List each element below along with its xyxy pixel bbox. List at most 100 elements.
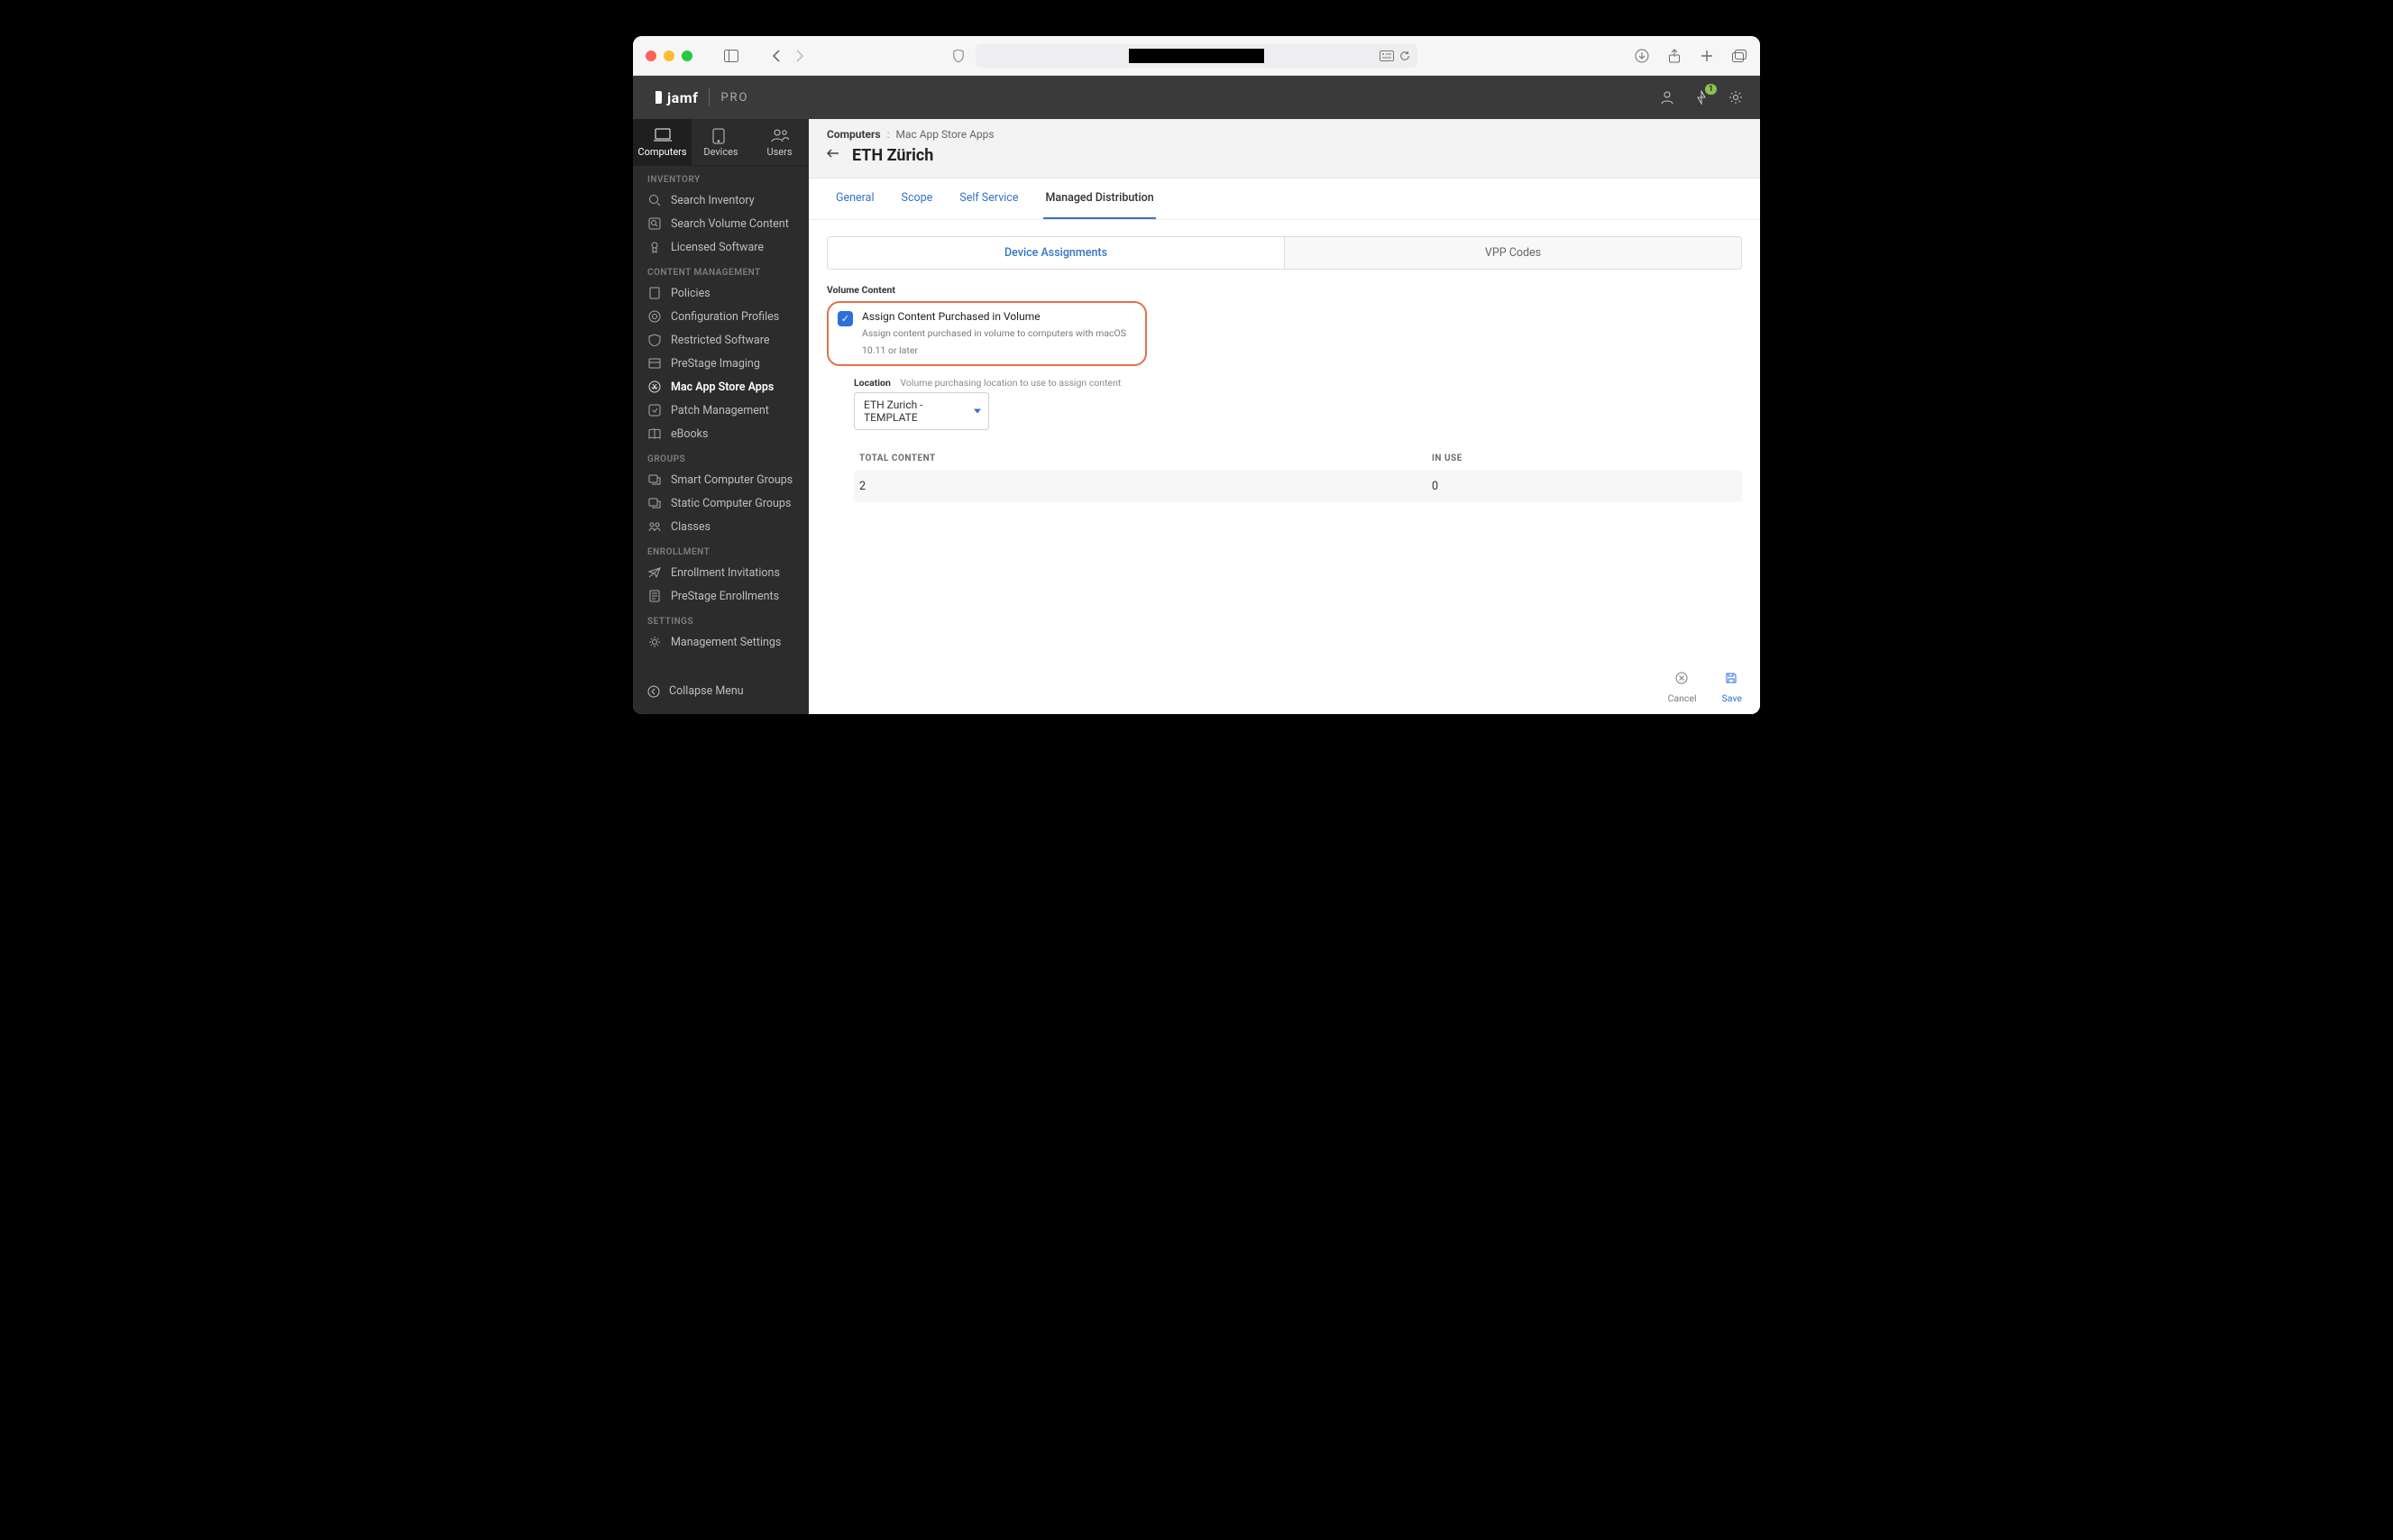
nav-licensed-software[interactable]: Licensed Software	[633, 235, 809, 259]
nav-prestage-imaging[interactable]: PreStage Imaging	[633, 352, 809, 375]
page-title: ETH Zürich	[852, 146, 933, 165]
collapse-menu[interactable]: Collapse Menu	[633, 672, 809, 714]
license-icon	[647, 240, 662, 254]
th-in-use: IN USE	[1432, 454, 1737, 463]
toptab-label: Users	[766, 146, 792, 158]
profiles-icon	[647, 309, 662, 324]
distribution-subtabs: Device Assignments VPP Codes	[827, 236, 1742, 270]
brand: jamf PRO	[649, 88, 748, 106]
reload-icon[interactable]	[1399, 50, 1410, 61]
appstore-icon	[647, 380, 662, 394]
invitation-icon	[647, 565, 662, 580]
breadcrumb-bar: Computers : Mac App Store Apps ETH Züric…	[809, 119, 1760, 179]
reader-icon[interactable]	[1380, 50, 1394, 61]
detail-tabs: General Scope Self Service Managed Distr…	[809, 179, 1760, 220]
notifications-icon[interactable]: 1	[1693, 89, 1710, 105]
location-dropdown[interactable]: ETH Zurich - TEMPLATE	[854, 392, 989, 430]
location-value: ETH Zurich - TEMPLATE	[864, 399, 965, 424]
nav-prestage-enrollments[interactable]: PreStage Enrollments	[633, 584, 809, 608]
breadcrumb-sep: :	[887, 128, 890, 141]
nav-ebooks[interactable]: eBooks	[633, 422, 809, 445]
assign-volume-desc: Assign content purchased in volume to co…	[862, 327, 1126, 356]
subtab-device-assignments[interactable]: Device Assignments	[828, 237, 1284, 269]
nav-classes[interactable]: Classes	[633, 515, 809, 538]
brand-separator	[709, 88, 710, 106]
computer-icon	[654, 128, 672, 142]
users-icon	[771, 128, 789, 142]
nav-management-settings[interactable]: Management Settings	[633, 630, 809, 654]
content: Computers : Mac App Store Apps ETH Züric…	[809, 119, 1760, 714]
sidebar-toggle-icon[interactable]	[723, 48, 739, 64]
section-groups: GROUPS	[633, 445, 809, 468]
breadcrumb: Computers : Mac App Store Apps	[827, 128, 1742, 141]
cancel-button[interactable]: Cancel	[1668, 672, 1697, 705]
tab-self-service[interactable]: Self Service	[958, 179, 1020, 219]
breadcrumb-leaf[interactable]: Mac App Store Apps	[895, 128, 994, 141]
settings-gear-icon[interactable]	[1728, 89, 1744, 105]
toptab-computers[interactable]: Computers	[633, 119, 692, 165]
location-label: Location	[854, 377, 891, 389]
nav-static-groups[interactable]: Static Computer Groups	[633, 491, 809, 515]
search-icon	[647, 193, 662, 207]
save-button[interactable]: Save	[1722, 672, 1742, 705]
assign-volume-title: Assign Content Purchased in Volume	[862, 310, 1136, 323]
nav-policies[interactable]: Policies	[633, 281, 809, 305]
breadcrumb-root[interactable]: Computers	[827, 128, 881, 141]
nav-patch-management[interactable]: Patch Management	[633, 399, 809, 422]
section-settings: SETTINGS	[633, 608, 809, 630]
tab-general[interactable]: General	[834, 179, 876, 219]
nav-search-volume-content[interactable]: Search Volume Content	[633, 212, 809, 235]
sidebar: Computers Devices Users INVENTORY Search…	[633, 119, 809, 714]
nav-mac-app-store-apps[interactable]: Mac App Store Apps	[633, 375, 809, 399]
restricted-icon	[647, 333, 662, 347]
address-bar[interactable]	[976, 44, 1417, 68]
back-icon[interactable]	[768, 48, 784, 64]
traffic-lights	[646, 50, 692, 61]
collapse-icon	[647, 685, 660, 698]
volume-search-icon	[647, 216, 662, 231]
tabs-icon[interactable]	[1731, 48, 1747, 64]
nav-enrollment-invitations[interactable]: Enrollment Invitations	[633, 561, 809, 584]
save-icon	[1725, 672, 1739, 686]
footer-actions: Cancel Save	[1668, 672, 1742, 705]
share-icon[interactable]	[1666, 48, 1682, 64]
close-window-button[interactable]	[646, 50, 656, 61]
assign-volume-highlight: ✓ Assign Content Purchased in Volume Ass…	[827, 301, 1147, 366]
classes-icon	[647, 519, 662, 534]
ebook-icon	[647, 426, 662, 441]
static-group-icon	[647, 496, 662, 510]
new-tab-icon[interactable]	[1699, 48, 1715, 64]
tab-scope[interactable]: Scope	[900, 179, 935, 219]
account-icon[interactable]	[1659, 89, 1675, 105]
app-header: jamf PRO 1	[633, 76, 1760, 119]
notification-badge: 1	[1705, 84, 1717, 95]
assign-volume-text: Assign Content Purchased in Volume Assig…	[862, 310, 1136, 357]
nav-restricted-software[interactable]: Restricted Software	[633, 328, 809, 352]
nav-smart-groups[interactable]: Smart Computer Groups	[633, 468, 809, 491]
device-icon	[712, 128, 730, 142]
imaging-icon	[647, 356, 662, 371]
assign-volume-checkbox[interactable]: ✓	[838, 311, 853, 326]
jamf-logo-icon	[649, 91, 662, 104]
toptab-label: Computers	[637, 146, 686, 158]
browser-window: jamf PRO 1 Computers Devices	[633, 36, 1760, 714]
content-table: TOTAL CONTENT IN USE 2 0	[854, 446, 1742, 502]
subtab-vpp-codes[interactable]: VPP Codes	[1284, 237, 1741, 269]
location-row: Location Volume purchasing location to u…	[854, 377, 1742, 389]
toptab-users[interactable]: Users	[750, 119, 809, 165]
section-enrollment: ENROLLMENT	[633, 538, 809, 561]
zoom-window-button[interactable]	[682, 50, 692, 61]
nav-search-inventory[interactable]: Search Inventory	[633, 188, 809, 212]
shield-icon[interactable]	[950, 48, 967, 64]
downloads-icon[interactable]	[1634, 48, 1650, 64]
td-total-content: 2	[859, 480, 1432, 493]
toptab-label: Devices	[703, 146, 738, 158]
tab-managed-distribution[interactable]: Managed Distribution	[1043, 179, 1155, 219]
nav-configuration-profiles[interactable]: Configuration Profiles	[633, 305, 809, 328]
th-total-content: TOTAL CONTENT	[859, 454, 1432, 463]
back-button[interactable]	[827, 149, 841, 163]
prestage-icon	[647, 589, 662, 603]
minimize-window-button[interactable]	[664, 50, 674, 61]
toptab-devices[interactable]: Devices	[692, 119, 750, 165]
forward-icon[interactable]	[792, 48, 808, 64]
